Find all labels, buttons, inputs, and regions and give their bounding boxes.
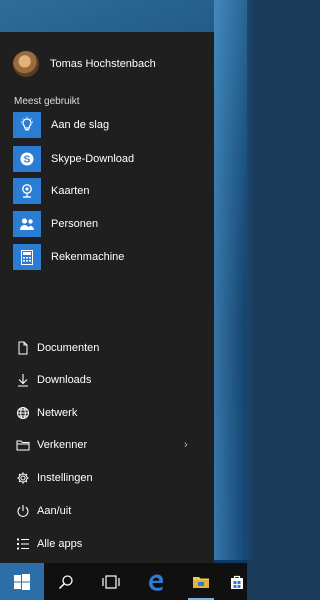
start-button[interactable] (0, 563, 44, 600)
app-skype-download[interactable]: S Skype-Download (0, 146, 214, 172)
map-pin-icon (13, 178, 41, 204)
chevron-right-icon[interactable]: › (184, 439, 188, 451)
verkenner-button[interactable]: Verkenner › (0, 433, 214, 457)
app-aan-de-slag[interactable]: Aan de slag (0, 112, 214, 138)
instellingen-button[interactable]: Instellingen (0, 466, 214, 490)
download-icon (18, 374, 28, 387)
folder-icon (16, 440, 30, 451)
taskbar (0, 563, 247, 600)
search-icon (58, 574, 73, 589)
file-explorer-icon (193, 576, 209, 588)
user-account-button[interactable]: Tomas Hochstenbach (0, 50, 214, 78)
edge-icon (149, 574, 163, 591)
user-name: Tomas Hochstenbach (50, 58, 156, 70)
document-icon (18, 341, 28, 355)
file-explorer-button[interactable] (182, 563, 220, 600)
calculator-icon (13, 244, 41, 270)
power-icon (17, 505, 29, 517)
edge-button[interactable] (137, 563, 175, 600)
netwerk-label: Netwerk (37, 407, 78, 419)
store-icon (231, 575, 243, 589)
app-personen[interactable]: Personen (0, 211, 214, 237)
most-used-heading: Meest gebruikt (14, 96, 80, 107)
gear-icon (17, 472, 29, 484)
verkenner-label: Verkenner (37, 439, 88, 451)
list-icon (17, 538, 29, 550)
user-avatar (13, 51, 39, 77)
documenten-button[interactable]: Documenten (0, 336, 214, 360)
app-label: Personen (51, 218, 99, 230)
search-button[interactable] (47, 563, 85, 600)
downloads-label: Downloads (37, 374, 92, 386)
windows-logo-icon (14, 573, 30, 590)
downloads-button[interactable]: Downloads (0, 368, 214, 392)
svg-text:S: S (24, 155, 31, 166)
store-button[interactable] (227, 563, 247, 600)
wallpaper-light-beam (214, 0, 254, 560)
app-label: Rekenmachine (51, 251, 125, 263)
netwerk-button[interactable]: Netwerk (0, 401, 214, 425)
alle-apps-label: Alle apps (37, 538, 83, 550)
alle-apps-button[interactable]: Alle apps (0, 532, 214, 556)
skype-icon: S (13, 146, 41, 172)
app-label: Aan de slag (51, 119, 110, 131)
app-label: Kaarten (51, 185, 90, 197)
network-icon (17, 407, 29, 419)
task-view-icon (102, 574, 120, 589)
instellingen-label: Instellingen (37, 472, 93, 484)
task-view-button[interactable] (92, 563, 130, 600)
people-icon (13, 211, 41, 237)
app-rekenmachine[interactable]: Rekenmachine (0, 244, 214, 270)
app-label: Skype-Download (51, 153, 135, 165)
documenten-label: Documenten (37, 342, 100, 354)
lightbulb-icon (13, 112, 41, 138)
power-label: Aan/uit (37, 505, 72, 517)
app-kaarten[interactable]: Kaarten (0, 178, 214, 204)
power-button[interactable]: Aan/uit (0, 499, 214, 523)
start-menu: Tomas Hochstenbach Meest gebruikt Aan de… (0, 32, 214, 563)
